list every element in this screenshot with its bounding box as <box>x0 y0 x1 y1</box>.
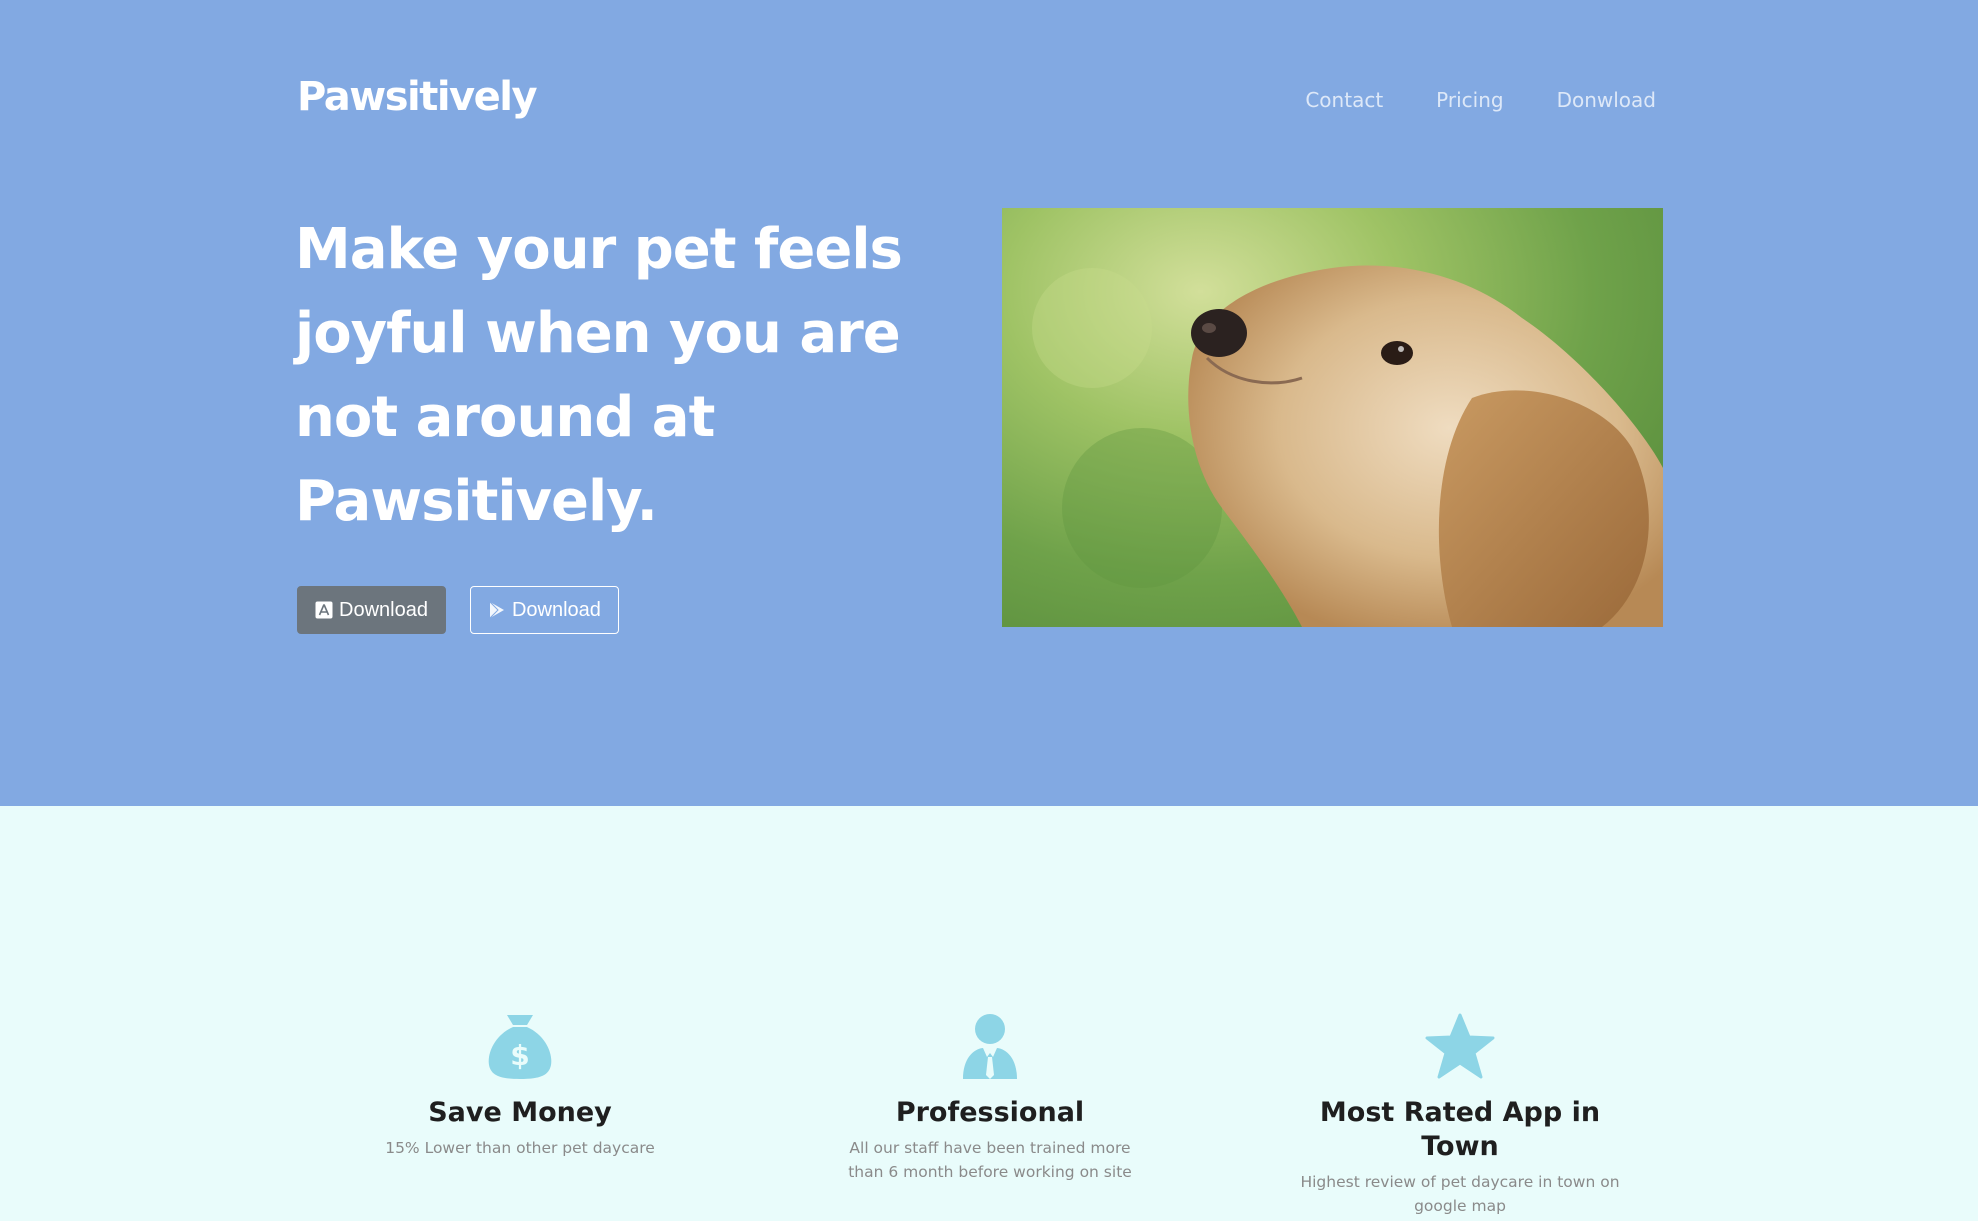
svg-text:$: $ <box>510 1039 529 1072</box>
feature-text: 15% Lower than other pet daycare <box>385 1139 655 1157</box>
staff-person-icon <box>961 1013 1019 1084</box>
google-play-download-label: Download <box>511 598 601 621</box>
money-bag-icon: $ <box>487 1013 553 1084</box>
feature-text: All our staff have been trained more tha… <box>848 1139 1132 1181</box>
feature-title: Most Rated App in Town <box>1319 1097 1601 1162</box>
feature-most-rated: Most Rated App in Town Highest review of… <box>1300 1013 1620 1218</box>
features-section: $ Save Money 15% Lower than other pet da… <box>0 806 1978 1221</box>
app-store-icon <box>315 601 333 619</box>
hero-headline: Make your pet feels joyful when you are … <box>295 217 903 534</box>
google-play-download-button[interactable]: Download <box>469 586 619 634</box>
app-store-download-label: Download <box>339 598 428 621</box>
feature-title: Professional <box>895 1097 1085 1128</box>
feature-title: Save Money <box>428 1097 612 1128</box>
hero-dog-photo <box>1002 208 1663 627</box>
nav-link-pricing[interactable]: Pricing <box>1436 88 1503 112</box>
top-nav: Contact Pricing Donwload <box>1305 88 1656 112</box>
brand-logo[interactable]: Pawsitively <box>297 74 538 120</box>
feature-text: Highest review of pet daycare in town on… <box>1300 1173 1620 1215</box>
feature-professional: Professional All our staff have been tra… <box>830 1014 1150 1184</box>
nav-link-contact[interactable]: Contact <box>1305 88 1383 112</box>
google-play-icon <box>488 601 506 619</box>
app-store-download-button[interactable]: Download <box>297 586 446 634</box>
hero-section: Pawsitively Contact Pricing Donwload Mak… <box>0 0 1978 806</box>
star-icon <box>1425 1013 1495 1084</box>
download-buttons: Download Download <box>297 586 619 634</box>
feature-save-money: $ Save Money 15% Lower than other pet da… <box>360 1014 680 1160</box>
nav-link-download[interactable]: Donwload <box>1557 88 1656 112</box>
